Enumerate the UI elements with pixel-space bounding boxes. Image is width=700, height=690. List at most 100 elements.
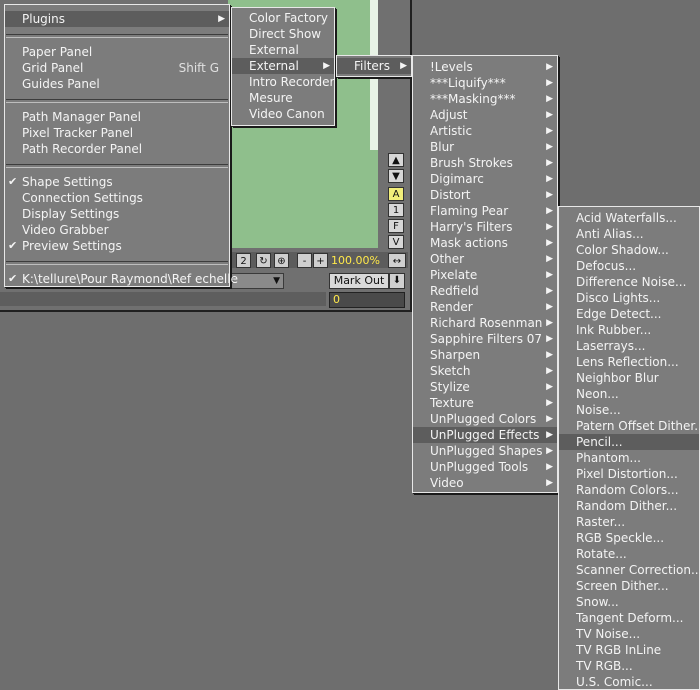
effects-item-u-s-comic[interactable]: U.S. Comic... bbox=[559, 674, 699, 690]
view-button-a[interactable]: A bbox=[388, 187, 404, 201]
frame-button[interactable]: 2 bbox=[236, 253, 251, 268]
filters-item-digimarc[interactable]: Digimarc ▶ bbox=[413, 171, 557, 187]
effects-item-lens-reflection[interactable]: Lens Reflection... bbox=[559, 354, 699, 370]
menu-separator bbox=[6, 164, 228, 168]
effects-item-acid-waterfalls[interactable]: Acid Waterfalls... bbox=[559, 210, 699, 226]
effects-item-color-shadow[interactable]: Color Shadow... bbox=[559, 242, 699, 258]
filters-item-sharpen[interactable]: Sharpen ▶ bbox=[413, 347, 557, 363]
filters-item-render[interactable]: Render ▶ bbox=[413, 299, 557, 315]
main-menu-item-path-manager-panel[interactable]: Path Manager Panel bbox=[5, 109, 229, 125]
effects-item-pixel-distortion[interactable]: Pixel Distortion... bbox=[559, 466, 699, 482]
effects-item-raster[interactable]: Raster... bbox=[559, 514, 699, 530]
time-field[interactable]: 0 bbox=[329, 292, 405, 308]
plugins-item-video-canon[interactable]: Video Canon bbox=[232, 106, 334, 122]
effects-item-rgb-speckle[interactable]: RGB Speckle... bbox=[559, 530, 699, 546]
effects-item-neon[interactable]: Neon... bbox=[559, 386, 699, 402]
main-menu-item-pixel-tracker-panel[interactable]: Pixel Tracker Panel bbox=[5, 125, 229, 141]
main-menu-item-path-recorder-panel[interactable]: Path Recorder Panel bbox=[5, 141, 229, 157]
filters-item-sketch[interactable]: Sketch ▶ bbox=[413, 363, 557, 379]
target-icon[interactable]: ⊕ bbox=[274, 253, 289, 268]
view-button-v[interactable]: V bbox=[388, 235, 404, 249]
plugins-item-intro-recorder[interactable]: Intro Recorder bbox=[232, 74, 334, 90]
main-menu-item-label: Path Recorder Panel bbox=[22, 142, 143, 156]
filters-item-brush-strokes[interactable]: Brush Strokes ▶ bbox=[413, 155, 557, 171]
main-menu-item-label: Preview Settings bbox=[22, 239, 122, 253]
effects-item-difference-noise[interactable]: Difference Noise... bbox=[559, 274, 699, 290]
main-menu-item-shape-settings[interactable]: ✔ Shape Settings bbox=[5, 174, 229, 190]
filters-item-levels[interactable]: !Levels ▶ bbox=[413, 59, 557, 75]
effects-item-tv-rgb[interactable]: TV RGB... bbox=[559, 658, 699, 674]
filters-item-artistic[interactable]: Artistic ▶ bbox=[413, 123, 557, 139]
submenu-arrow-icon: ▶ bbox=[546, 446, 553, 456]
submenu-arrow-icon: ▶ bbox=[546, 110, 553, 120]
effects-item-disco-lights[interactable]: Disco Lights... bbox=[559, 290, 699, 306]
effects-item-pencil[interactable]: Pencil... bbox=[559, 434, 699, 450]
effects-item-ink-rubber[interactable]: Ink Rubber... bbox=[559, 322, 699, 338]
external-item-filters[interactable]: Filters ▶ bbox=[337, 58, 411, 74]
filters-item-liquify[interactable]: ***Liquify*** ▶ bbox=[413, 75, 557, 91]
filters-item-texture[interactable]: Texture ▶ bbox=[413, 395, 557, 411]
zoom-in-button[interactable]: + bbox=[313, 253, 328, 268]
filters-item-other[interactable]: Other ▶ bbox=[413, 251, 557, 267]
effects-item-noise[interactable]: Noise... bbox=[559, 402, 699, 418]
effects-item-snow[interactable]: Snow... bbox=[559, 594, 699, 610]
effects-item-patern-offset-dither[interactable]: Patern Offset Dither... bbox=[559, 418, 700, 434]
filters-item-blur[interactable]: Blur ▶ bbox=[413, 139, 557, 155]
plugins-item-external[interactable]: External bbox=[232, 42, 334, 58]
effects-item-laserrays[interactable]: Laserrays... bbox=[559, 338, 699, 354]
effects-item-edge-detect[interactable]: Edge Detect... bbox=[559, 306, 699, 322]
arrow-up-icon[interactable]: ▲ bbox=[388, 153, 404, 167]
filters-item-unplugged-tools[interactable]: UnPlugged Tools ▶ bbox=[413, 459, 557, 475]
view-button-f[interactable]: F bbox=[388, 219, 404, 233]
effects-item-tv-noise[interactable]: TV Noise... bbox=[559, 626, 699, 642]
effects-item-random-dither[interactable]: Random Dither... bbox=[559, 498, 699, 514]
main-menu-item-guides-panel[interactable]: Guides Panel bbox=[5, 76, 229, 92]
filters-item-redfield[interactable]: Redfield ▶ bbox=[413, 283, 557, 299]
effects-item-tv-rgb-inline[interactable]: TV RGB InLine bbox=[559, 642, 699, 658]
plugins-item-direct-show[interactable]: Direct Show bbox=[232, 26, 334, 42]
main-menu-item-paper-panel[interactable]: Paper Panel bbox=[5, 44, 229, 60]
filters-item-masking[interactable]: ***Masking*** ▶ bbox=[413, 91, 557, 107]
plugins-item-color-factory[interactable]: Color Factory bbox=[232, 10, 334, 26]
filters-item-unplugged-effects[interactable]: UnPlugged Effects ▶ bbox=[413, 427, 557, 443]
main-menu-item-k-tellure-pour-raymond-ref-echelle[interactable]: ✔ K:\tellure\Pour Raymond\Ref echelle bbox=[5, 271, 238, 287]
filters-item-distort[interactable]: Distort ▶ bbox=[413, 187, 557, 203]
effects-item-neighbor-blur[interactable]: Neighbor Blur bbox=[559, 370, 699, 386]
refresh-icon[interactable]: ↻ bbox=[256, 253, 271, 268]
main-menu-item-preview-settings[interactable]: ✔ Preview Settings bbox=[5, 238, 229, 254]
filters-item-sapphire-filters-07[interactable]: Sapphire Filters 07 ▶ bbox=[413, 331, 557, 347]
filters-item-stylize[interactable]: Stylize ▶ bbox=[413, 379, 557, 395]
effects-item-scanner-correction[interactable]: Scanner Correction... bbox=[559, 562, 700, 578]
filters-item-unplugged-colors[interactable]: UnPlugged Colors ▶ bbox=[413, 411, 557, 427]
main-menu-item-display-settings[interactable]: Display Settings bbox=[5, 206, 229, 222]
filters-item-adjust[interactable]: Adjust ▶ bbox=[413, 107, 557, 123]
view-button-1[interactable]: 1 bbox=[388, 203, 404, 217]
effects-item-rotate[interactable]: Rotate... bbox=[559, 546, 699, 562]
effects-item-anti-alias[interactable]: Anti Alias... bbox=[559, 226, 699, 242]
effects-item-defocus[interactable]: Defocus... bbox=[559, 258, 699, 274]
filters-item-mask-actions[interactable]: Mask actions ▶ bbox=[413, 235, 557, 251]
timeline-bar[interactable] bbox=[0, 292, 326, 306]
zoom-out-button[interactable]: - bbox=[297, 253, 312, 268]
main-menu-item-connection-settings[interactable]: Connection Settings bbox=[5, 190, 229, 206]
effects-item-tangent-deform[interactable]: Tangent Deform... bbox=[559, 610, 699, 626]
arrow-down-icon[interactable]: ▼ bbox=[388, 169, 404, 183]
mark-out-button[interactable]: Mark Out bbox=[329, 273, 389, 289]
filters-item-richard-rosenman[interactable]: Richard Rosenman ▶ bbox=[413, 315, 557, 331]
main-menu-item-plugins[interactable]: Plugins ▶ bbox=[5, 11, 229, 27]
effects-item-random-colors[interactable]: Random Colors... bbox=[559, 482, 699, 498]
plugins-item-mesure[interactable]: Mesure bbox=[232, 90, 334, 106]
filters-item-harry-s-filters[interactable]: Harry's Filters ▶ bbox=[413, 219, 557, 235]
main-menu-item-video-grabber[interactable]: Video Grabber bbox=[5, 222, 229, 238]
main-menu-item-grid-panel[interactable]: Grid Panel Shift G bbox=[5, 60, 229, 76]
mark-out-arrow-icon[interactable]: ⬇ bbox=[389, 273, 405, 289]
effects-item-screen-dither[interactable]: Screen Dither... bbox=[559, 578, 699, 594]
expand-horizontal-icon[interactable]: ↔ bbox=[388, 253, 406, 268]
plugins-item-external[interactable]: External ▶ bbox=[232, 58, 334, 74]
filters-item-unplugged-shapes[interactable]: UnPlugged Shapes ▶ bbox=[413, 443, 557, 459]
filters-item-video[interactable]: Video ▶ bbox=[413, 475, 557, 491]
filters-item-flaming-pear[interactable]: Flaming Pear ▶ bbox=[413, 203, 557, 219]
effects-item-phantom[interactable]: Phantom... bbox=[559, 450, 699, 466]
filters-item-pixelate[interactable]: Pixelate ▶ bbox=[413, 267, 557, 283]
filters-item-label: Harry's Filters bbox=[430, 220, 513, 234]
